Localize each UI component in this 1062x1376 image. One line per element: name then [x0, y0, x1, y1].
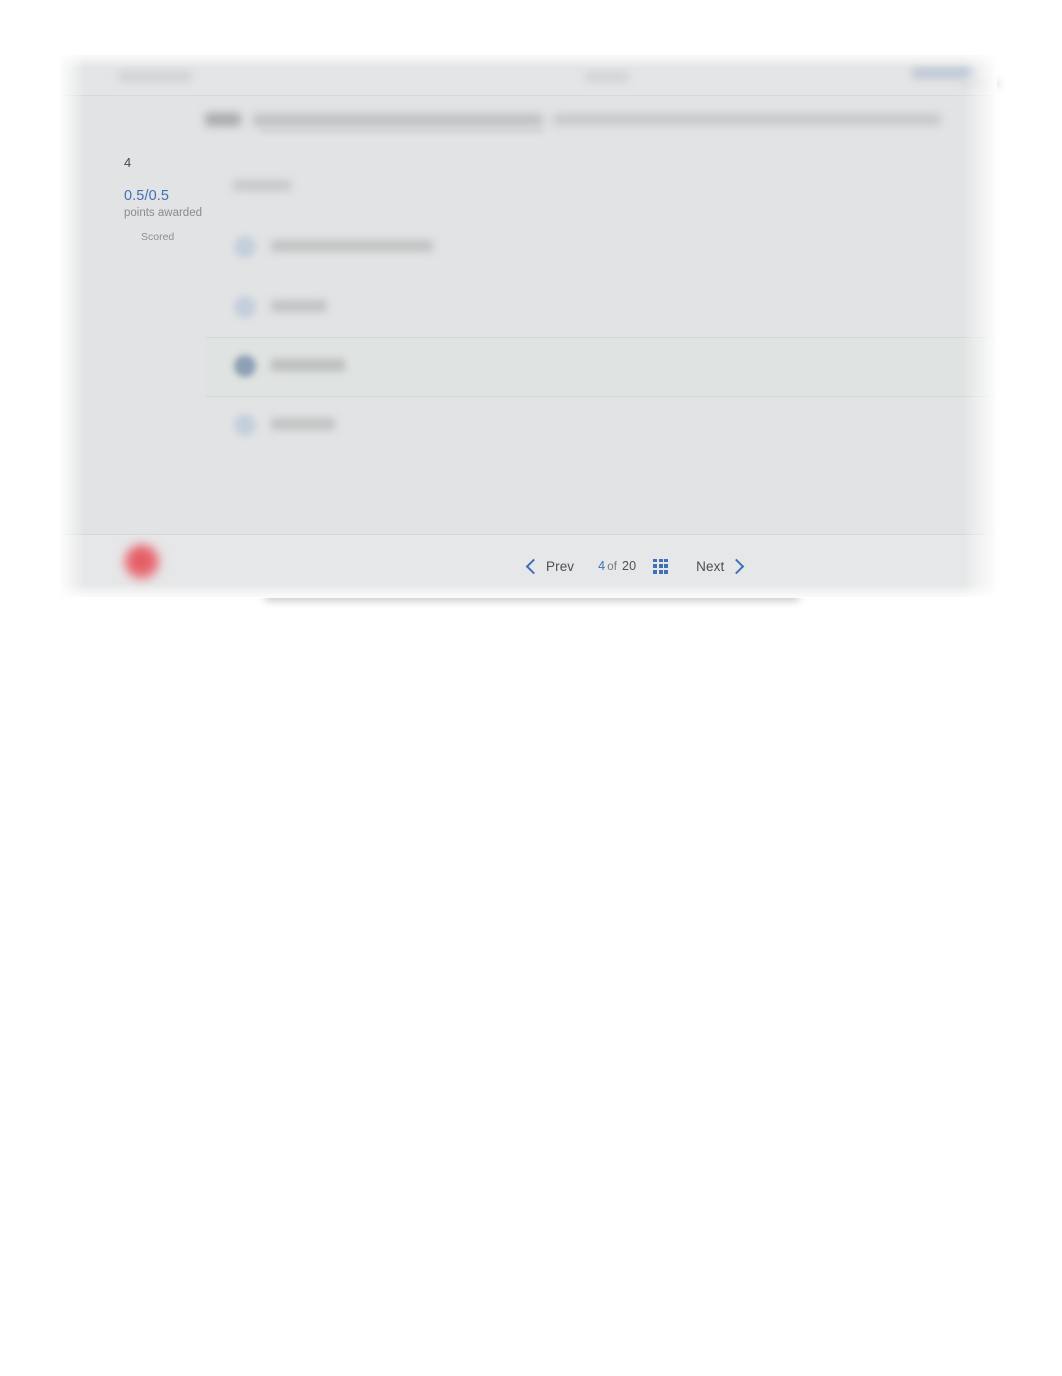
answer-option-label — [271, 359, 345, 371]
answer-option-label — [271, 300, 327, 312]
top-bar-center-label — [585, 72, 629, 82]
question-stem-lead — [205, 113, 241, 126]
question-stem-underline — [261, 129, 543, 132]
page-of-label: of — [607, 561, 618, 573]
page-indicator: 4 of 20 — [598, 559, 636, 573]
grid-cell — [653, 569, 658, 574]
prev-button[interactable]: Prev — [525, 558, 575, 574]
answers-heading — [233, 180, 291, 191]
grid-cell — [653, 558, 658, 563]
total-page-count: 20 — [622, 559, 637, 573]
answer-option-label — [271, 240, 433, 252]
answer-option-4[interactable] — [205, 397, 995, 453]
grid-cell — [653, 564, 658, 568]
radio-unselected-icon[interactable] — [234, 414, 256, 436]
top-bar-right-label[interactable] — [912, 67, 974, 79]
next-button-label: Next — [696, 558, 725, 574]
points-awarded-value: 0.5/0.5 — [124, 188, 170, 204]
radio-selected-icon[interactable] — [234, 355, 256, 377]
question-number: 4 — [124, 155, 132, 170]
top-bar-left-label[interactable] — [118, 71, 192, 82]
grid-view-icon[interactable] — [653, 558, 669, 574]
grid-cell — [658, 569, 663, 574]
top-bar — [60, 55, 1000, 96]
answer-option-1[interactable] — [205, 219, 995, 275]
grid-cell — [664, 569, 669, 574]
top-bar-right-sublabel — [962, 80, 1000, 87]
question-stem-tail — [553, 114, 941, 125]
answer-option-label — [271, 418, 335, 430]
quiz-review-page: 4 0.5/0.5 points awarded Scored Explanat… — [59, 54, 1000, 601]
question-stem-blank — [253, 114, 543, 126]
next-button[interactable]: Next — [696, 558, 745, 574]
grid-cell — [658, 564, 663, 568]
bottom-navigation-bar: Prev 4 of 20 Next — [60, 534, 996, 597]
current-page-number: 4 — [598, 559, 606, 573]
chevron-right-icon — [729, 558, 745, 574]
radio-unselected-icon[interactable] — [234, 296, 256, 318]
chevron-left-icon — [525, 558, 542, 574]
answer-option-2[interactable] — [205, 279, 995, 335]
user-avatar-icon[interactable] — [124, 544, 160, 580]
prev-button-label: Prev — [546, 558, 575, 574]
pagination-controls: Prev 4 of 20 Next — [525, 535, 748, 597]
grid-cell — [664, 564, 669, 568]
grid-cell — [658, 558, 663, 563]
grid-cell — [664, 558, 669, 563]
answer-option-3-selected[interactable] — [205, 337, 996, 397]
radio-unselected-icon[interactable] — [234, 236, 256, 258]
question-stem — [205, 109, 945, 133]
